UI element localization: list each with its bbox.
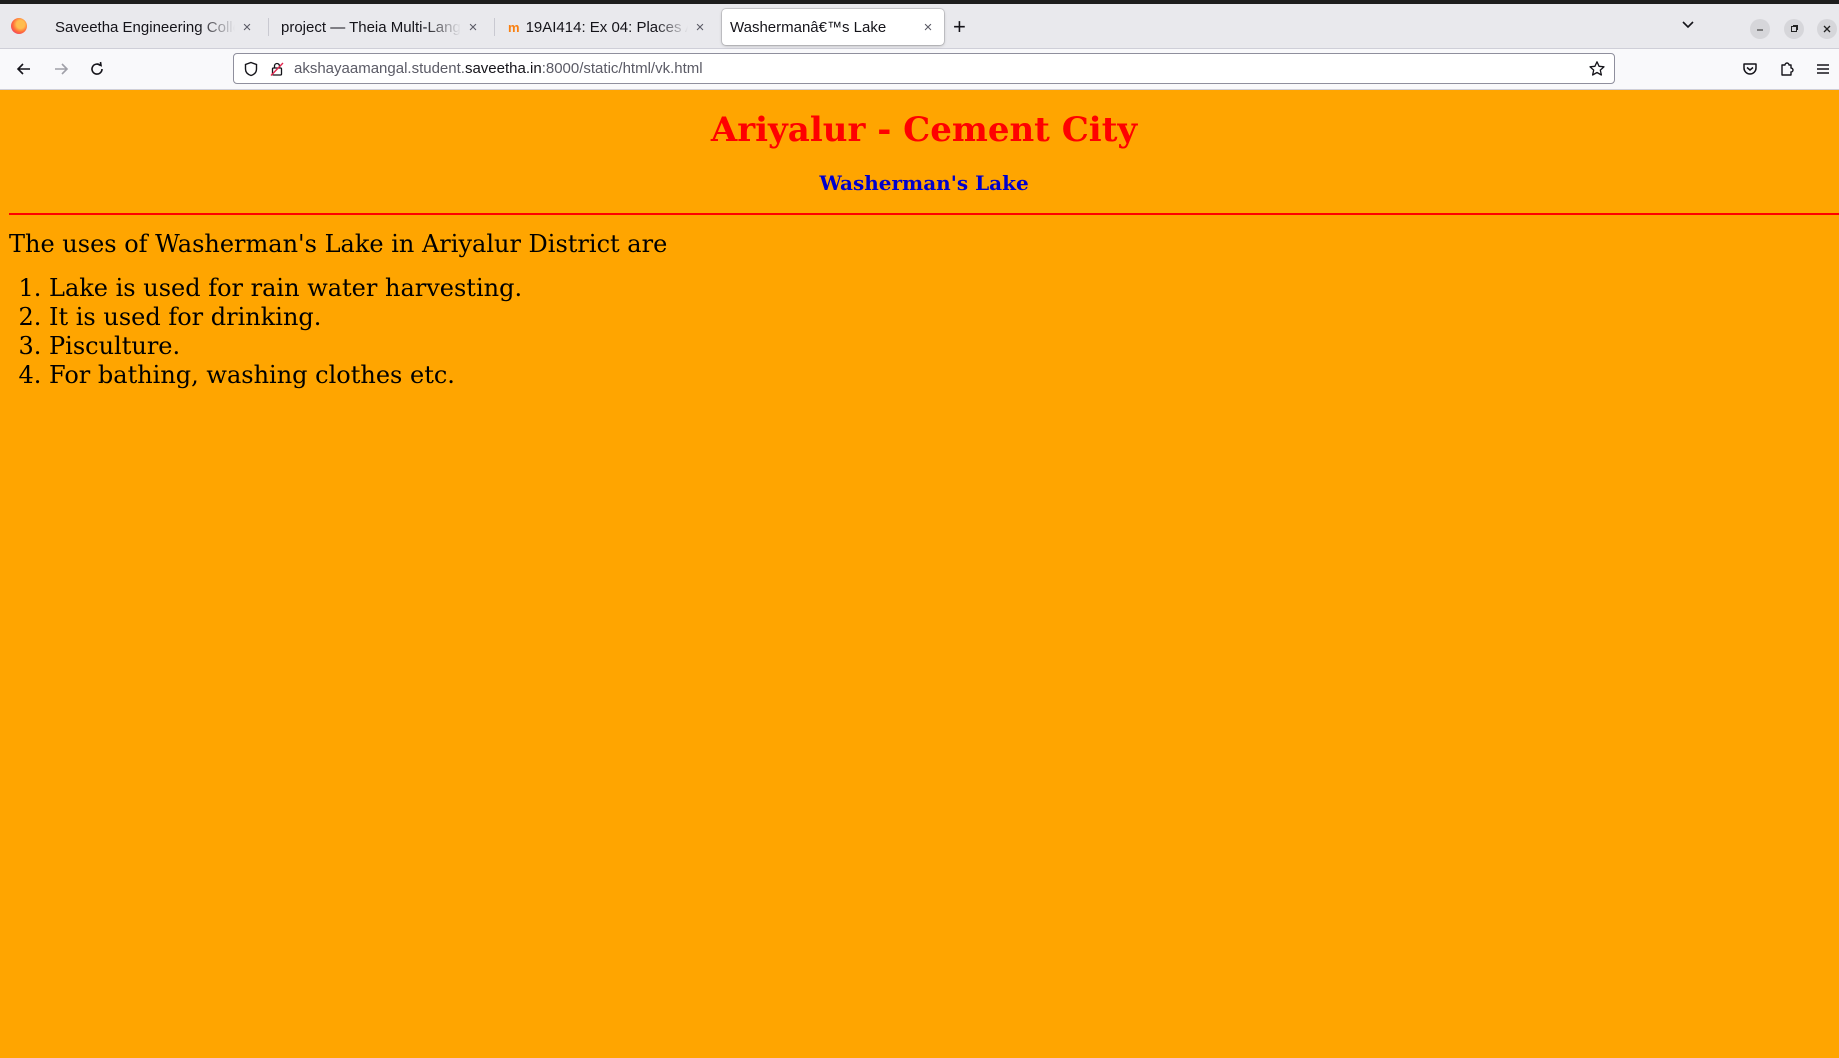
close-icon[interactable]: × [465,19,481,36]
list-item: Lake is used for rain water harvesting. [49,274,522,303]
close-icon[interactable]: × [920,19,936,36]
new-tab-button[interactable]: + [953,16,966,38]
url-host: saveetha.in [464,60,542,77]
url-suffix: :8000/static/html/vk.html [541,60,703,77]
list-item: It is used for drinking. [49,303,522,332]
minimize-button[interactable] [1750,19,1770,39]
url-bar[interactable]: akshayaamangal.student.saveetha.in:8000/… [233,53,1615,84]
intro-paragraph: The uses of Washerman's Lake in Ariyalur… [9,230,668,258]
tab-separator [494,18,495,36]
url-text[interactable]: akshayaamangal.student.saveetha.in:8000/… [294,60,703,77]
url-prefix: akshayaamangal.student. [294,60,465,77]
chevron-down-icon[interactable] [1680,16,1696,32]
extensions-icon[interactable] [1777,59,1797,79]
list-item: For bathing, washing clothes etc. [49,361,522,390]
menu-icon[interactable] [1813,59,1833,79]
reload-icon[interactable] [87,59,107,79]
tab-theia[interactable]: project — Theia Multi-Language × [273,9,489,45]
bookmark-star-icon[interactable] [1588,60,1606,78]
navigation-bar: akshayaamangal.student.saveetha.in:8000/… [0,49,1839,90]
close-icon[interactable]: × [239,19,255,36]
tab-strip: Saveetha Engineering College × project —… [0,4,1839,49]
tab-label: project — Theia Multi-Language [281,18,461,36]
page-content: Ariyalur - Cement City Washerman's Lake … [0,90,1839,1058]
tab-label: 19AI414: Ex 04: Places Around [525,18,688,36]
back-icon[interactable] [14,59,34,79]
close-window-button[interactable] [1817,19,1837,39]
pocket-icon[interactable] [1740,59,1760,79]
forward-icon[interactable] [51,59,71,79]
lock-icon[interactable] [269,61,285,77]
firefox-icon[interactable] [11,18,27,34]
shield-icon[interactable] [243,61,259,77]
tab-saveetha[interactable]: Saveetha Engineering College × [47,9,263,45]
tab-moodle[interactable]: m 19AI414: Ex 04: Places Around × [500,9,716,45]
list-item: Pisculture. [49,332,522,361]
tab-label: Saveetha Engineering College [55,18,235,36]
close-icon[interactable]: × [692,19,708,36]
uses-list: Lake is used for rain water harvesting. … [9,274,522,390]
page-subtitle: Washerman's Lake [819,171,1029,195]
tab-label: Washermanâ€™s Lake [730,18,887,36]
horizontal-rule [9,213,1839,215]
tab-washerman-lake[interactable]: Washermanâ€™s Lake × [722,9,944,45]
restore-button[interactable] [1784,19,1804,39]
moodle-icon: m [508,19,520,35]
tab-separator [268,18,269,36]
page-title: Ariyalur - Cement City [710,110,1138,150]
